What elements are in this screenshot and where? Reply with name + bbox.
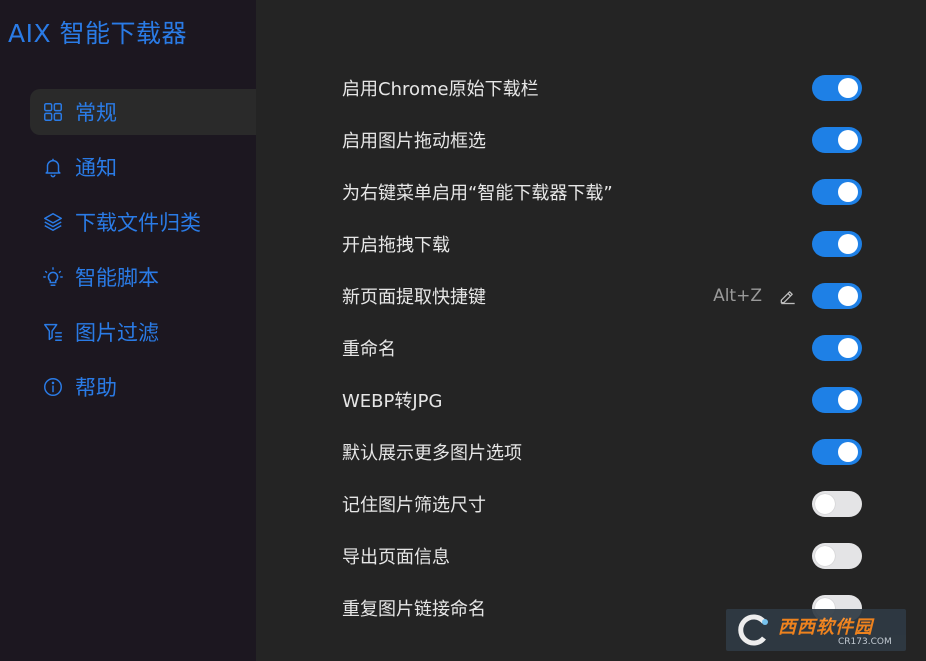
settings-panel: 启用Chrome原始下载栏 启用图片拖动框选 为右键菜单启用“智能下载器下载” …	[256, 0, 926, 661]
setting-label: 默认展示更多图片选项	[342, 443, 522, 464]
watermark-name: 西西软件园	[778, 617, 873, 638]
sidebar: AIX 智能下载器 常规 通知 下载文件归类 智能脚本 图片过滤 帮助	[0, 0, 256, 661]
setting-label: WEBP转JPG	[342, 391, 443, 412]
setting-row-remember-filter-size: 记住图片筛选尺寸	[342, 478, 862, 530]
toggle-knob	[838, 442, 858, 462]
sidebar-item-label: 通知	[75, 156, 117, 180]
setting-row-image-drag-select: 启用图片拖动框选	[342, 114, 862, 166]
setting-row-drag-download: 开启拖拽下载	[342, 218, 862, 270]
setting-row-context-menu: 为右键菜单启用“智能下载器下载”	[342, 166, 862, 218]
grid-icon	[41, 100, 65, 124]
toggle-knob	[838, 130, 858, 150]
setting-label: 导出页面信息	[342, 547, 450, 568]
toggle-knob	[838, 182, 858, 202]
toggle-switch[interactable]	[812, 543, 862, 569]
toggle-switch[interactable]	[812, 179, 862, 205]
toggle-switch[interactable]	[812, 387, 862, 413]
sidebar-item-label: 下载文件归类	[75, 211, 201, 235]
toggle-switch[interactable]	[812, 335, 862, 361]
lightbulb-icon	[41, 265, 65, 289]
toggle-switch[interactable]	[812, 231, 862, 257]
toggle-knob	[815, 546, 835, 566]
toggle-knob	[838, 390, 858, 410]
watermark-url: CR173.COM	[838, 637, 892, 647]
setting-label: 重命名	[342, 339, 396, 360]
setting-row-extract-shortcut: 新页面提取快捷键 Alt+Z	[342, 270, 862, 322]
shortcut-value: Alt+Z	[713, 286, 762, 306]
sidebar-item-notifications[interactable]: 通知	[30, 144, 256, 190]
toggle-switch[interactable]	[812, 491, 862, 517]
setting-label: 启用Chrome原始下载栏	[342, 79, 539, 100]
pencil-icon[interactable]	[778, 286, 798, 306]
toggle-knob	[838, 286, 858, 306]
toggle-knob	[815, 494, 835, 514]
setting-row-more-image-options: 默认展示更多图片选项	[342, 426, 862, 478]
app-title: AIX 智能下载器	[8, 19, 188, 48]
sidebar-item-label: 智能脚本	[75, 266, 159, 290]
setting-row-export-page-info: 导出页面信息	[342, 530, 862, 582]
toggle-knob	[838, 78, 858, 98]
bell-icon	[41, 155, 65, 179]
sidebar-item-label: 帮助	[75, 376, 117, 400]
toggle-switch[interactable]	[812, 283, 862, 309]
filter-icon	[41, 320, 65, 344]
sidebar-item-file-categories[interactable]: 下载文件归类	[30, 199, 256, 245]
setting-label: 启用图片拖动框选	[342, 131, 486, 152]
sidebar-item-label: 常规	[75, 101, 117, 125]
sidebar-item-label: 图片过滤	[75, 321, 159, 345]
sidebar-item-general[interactable]: 常规	[30, 89, 256, 135]
setting-row-webp-to-jpg: WEBP转JPG	[342, 374, 862, 426]
watermark-logo: 西西软件园 CR173.COM	[726, 609, 906, 651]
setting-label: 记住图片筛选尺寸	[342, 495, 486, 516]
watermark-swirl-icon	[738, 614, 768, 646]
toggle-switch[interactable]	[812, 127, 862, 153]
sidebar-item-help[interactable]: 帮助	[30, 364, 256, 410]
toggle-knob	[838, 338, 858, 358]
setting-label: 为右键菜单启用“智能下载器下载”	[342, 183, 613, 204]
toggle-switch[interactable]	[812, 439, 862, 465]
setting-row-rename: 重命名	[342, 322, 862, 374]
toggle-knob	[838, 234, 858, 254]
setting-label: 新页面提取快捷键	[342, 287, 486, 308]
sidebar-item-image-filter[interactable]: 图片过滤	[30, 309, 256, 355]
toggle-switch[interactable]	[812, 75, 862, 101]
setting-label: 开启拖拽下载	[342, 235, 450, 256]
info-icon	[41, 375, 65, 399]
sidebar-item-scripts[interactable]: 智能脚本	[30, 254, 256, 300]
sidebar-nav: 常规 通知 下载文件归类 智能脚本 图片过滤 帮助	[30, 89, 256, 419]
layers-icon	[41, 210, 65, 234]
setting-row-chrome-download-bar: 启用Chrome原始下载栏	[342, 62, 862, 114]
